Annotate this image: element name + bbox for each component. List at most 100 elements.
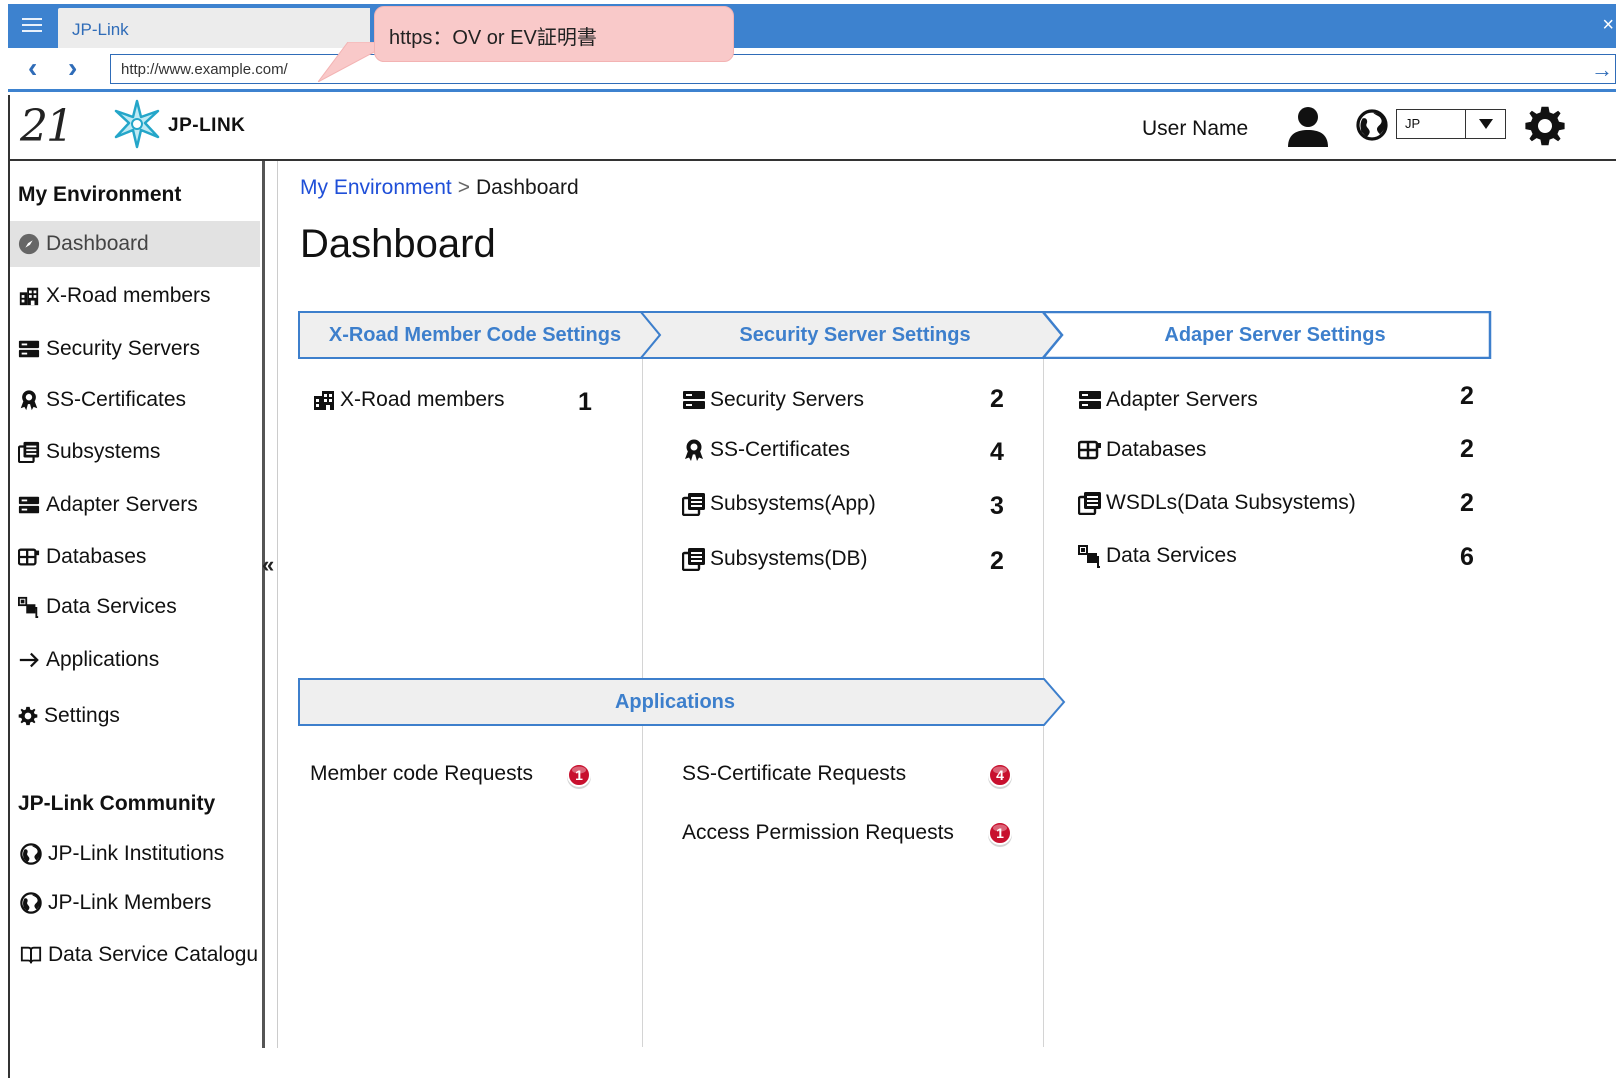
notification-badge[interactable]: 1: [986, 820, 1014, 848]
summary-row-count: 2: [1460, 382, 1474, 410]
sidebar-item-jp-link-institutions[interactable]: JP-Link Institutions: [10, 831, 260, 877]
annotation-callout: https：OV or EV証明書: [374, 6, 734, 62]
column-divider: [1043, 357, 1044, 687]
close-icon[interactable]: ×: [1602, 14, 1614, 37]
summary-row-label: Subsystems(App): [710, 492, 876, 515]
browser-nav-bar: ‹ › http://www.example.com/ →: [8, 48, 1616, 92]
sidebar-item-label: JP-Link Institutions: [48, 842, 225, 865]
back-icon[interactable]: ‹: [28, 54, 37, 82]
summary-row-security-servers[interactable]: Security Servers: [682, 388, 864, 412]
sidebar-item-adapter-servers[interactable]: Adapter Servers: [10, 482, 260, 528]
callout-text: https：OV or EV証明書: [389, 27, 597, 49]
request-row-member-code[interactable]: Member code Requests: [310, 762, 533, 786]
badge-count: 1: [575, 767, 583, 783]
globe-icon: [20, 892, 42, 914]
sidebar-item-subsystems[interactable]: Subsystems: [10, 429, 260, 475]
database-icon: [1078, 438, 1102, 462]
summary-row-label: Subsystems(DB): [710, 547, 868, 570]
chevron-down-icon[interactable]: [1465, 110, 1505, 138]
go-arrow-icon[interactable]: →: [1591, 57, 1613, 83]
request-row-ss-certificate[interactable]: SS-Certificate Requests: [682, 762, 906, 786]
notification-badge[interactable]: 4: [986, 762, 1014, 790]
summary-row-count: 4: [990, 438, 1004, 466]
sidebar-item-settings[interactable]: Settings: [10, 693, 260, 739]
subsystem-icon: [682, 492, 706, 516]
summary-row-x-road-members[interactable]: X-Road members: [312, 388, 505, 412]
sidebar-item-label: Subsystems: [46, 440, 161, 463]
database-icon: [18, 546, 40, 568]
jp-link-star-logo-icon: [114, 99, 160, 149]
summary-row-count: 3: [990, 492, 1004, 520]
badge-count: 4: [996, 767, 1004, 783]
sidebar-item-data-service-catalogue[interactable]: Data Service Catalogu: [10, 932, 264, 978]
summary-row-label: WSDLs(Data Subsystems): [1106, 491, 1356, 514]
badge-count: 1: [996, 825, 1004, 841]
sidebar-item-label: Security Servers: [46, 337, 201, 360]
breadcrumb-separator: >: [457, 176, 470, 199]
user-icon[interactable]: [1286, 105, 1330, 149]
user-name-label[interactable]: User Name: [1142, 117, 1248, 141]
building-icon: [312, 388, 336, 412]
sidebar-item-security-servers[interactable]: Security Servers: [10, 326, 260, 372]
globe-icon[interactable]: [1356, 109, 1388, 141]
summary-row-adapter-servers[interactable]: Adapter Servers: [1078, 388, 1258, 412]
brand-logo-21: 21: [20, 101, 74, 152]
summary-row-count: 2: [990, 385, 1004, 413]
sidebar-item-jp-link-members[interactable]: JP-Link Members: [10, 880, 260, 926]
gear-icon: [18, 706, 38, 726]
brand-logo-text: JP-LINK: [168, 115, 246, 136]
subsystem-icon: [1078, 491, 1102, 515]
summary-row-databases[interactable]: Databases: [1078, 438, 1206, 462]
summary-row-label: X-Road members: [340, 388, 505, 411]
server-icon: [1078, 388, 1102, 412]
gear-icon[interactable]: [1524, 105, 1566, 147]
request-label: Access Permission Requests: [682, 821, 954, 844]
sidebar-item-label: Data Service Catalogu: [48, 943, 259, 966]
summary-row-subsystems-app[interactable]: Subsystems(App): [682, 492, 876, 516]
sidebar-item-ss-certificates[interactable]: SS-Certificates: [10, 377, 260, 423]
menu-icon[interactable]: [14, 12, 50, 38]
step-label: Adaper Server Settings: [1164, 324, 1386, 346]
summary-row-subsystems-db[interactable]: Subsystems(DB): [682, 547, 868, 571]
breadcrumb-link-my-environment[interactable]: My Environment: [300, 176, 452, 199]
data-service-icon: [18, 596, 40, 618]
summary-row-label: Databases: [1106, 438, 1207, 461]
subsystem-icon: [18, 441, 40, 463]
sidebar-item-label: Data Services: [46, 595, 177, 618]
column-divider: [1043, 725, 1044, 1047]
summary-row-count: 2: [990, 547, 1004, 575]
summary-row-label: Adapter Servers: [1106, 388, 1258, 411]
page-title: Dashboard: [300, 222, 496, 266]
breadcrumb-current: Dashboard: [475, 176, 579, 199]
sidebar-item-label: JP-Link Members: [48, 891, 212, 914]
sidebar-item-dashboard[interactable]: Dashboard: [10, 221, 260, 267]
sidebar-item-label: Dashboard: [46, 232, 149, 255]
summary-row-label: Security Servers: [710, 388, 865, 411]
collapse-sidebar-icon[interactable]: «: [262, 552, 274, 578]
app-header: 21 JP-LINK User Name JP: [8, 95, 1616, 161]
request-row-access-permission[interactable]: Access Permission Requests: [682, 821, 954, 845]
address-bar-url: http://www.example.com/: [121, 61, 288, 78]
language-select-value: JP: [1405, 116, 1421, 131]
sidebar-item-label: Databases: [46, 545, 147, 568]
summary-row-count: 2: [1460, 435, 1474, 463]
sidebar-item-applications[interactable]: Applications: [10, 637, 260, 683]
sidebar-splitter[interactable]: [262, 161, 278, 1048]
sidebar-item-label: Adapter Servers: [46, 493, 198, 516]
sidebar-item-data-services[interactable]: Data Services: [10, 584, 260, 630]
sidebar: My Environment Dashboard X-Road members …: [8, 161, 264, 1078]
summary-row-count: 6: [1460, 543, 1474, 571]
summary-row-wsdls[interactable]: WSDLs(Data Subsystems): [1078, 491, 1356, 515]
forward-icon[interactable]: ›: [68, 54, 77, 82]
sidebar-item-databases[interactable]: Databases: [10, 534, 260, 580]
arrow-right-icon: [18, 649, 40, 671]
notification-badge[interactable]: 1: [565, 762, 593, 790]
browser-window-chrome: JP-Link × ‹ › http://www.example.com/ →: [8, 4, 1616, 92]
language-select[interactable]: JP: [1396, 109, 1506, 139]
summary-row-label: SS-Certificates: [710, 438, 851, 461]
sidebar-item-x-road-members[interactable]: X-Road members: [10, 273, 260, 319]
step-label: Security Server Settings: [739, 324, 971, 346]
summary-row-data-services[interactable]: Data Services: [1078, 544, 1237, 568]
summary-row-ss-certificates[interactable]: SS-Certificates: [682, 438, 850, 462]
request-label: SS-Certificate Requests: [682, 762, 907, 785]
